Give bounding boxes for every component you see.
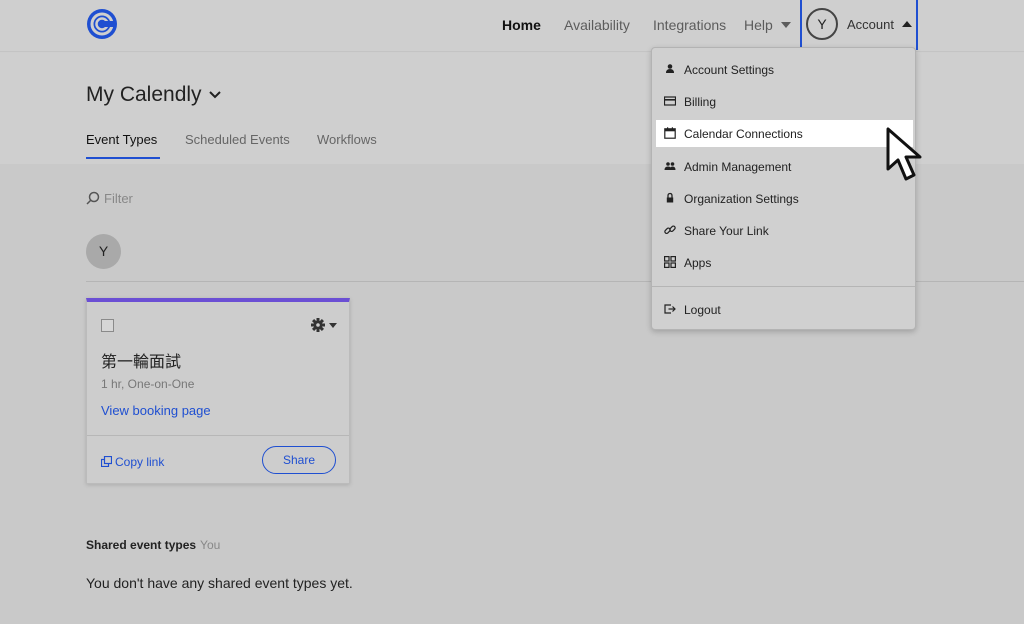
menu-divider [652, 286, 915, 287]
menu-item-label: Organization Settings [684, 192, 799, 206]
divider [87, 435, 349, 436]
menu-item-label: Admin Management [684, 160, 792, 174]
credit-card-icon [664, 96, 676, 106]
menu-item-account-settings[interactable]: Account Settings [656, 56, 913, 83]
menu-item-label: Apps [684, 256, 712, 270]
person-icon [666, 64, 674, 73]
account-menu-button[interactable]: Y Account [800, 0, 918, 50]
chevron-down-icon [780, 22, 791, 28]
event-type-card: 第一輪面試 1 hr, One-on-One View booking page… [86, 298, 350, 484]
menu-item-label: Logout [684, 303, 721, 317]
search-icon [86, 191, 100, 205]
caret-up-icon [902, 21, 912, 27]
grid-icon [664, 256, 676, 268]
gear-icon[interactable] [310, 317, 340, 333]
people-icon [664, 162, 676, 170]
avatar: Y [806, 8, 838, 40]
menu-item-billing[interactable]: Billing [656, 88, 913, 115]
calendar-icon [664, 127, 676, 139]
nav-availability[interactable]: Availability [564, 17, 630, 33]
select-checkbox[interactable] [101, 319, 114, 332]
menu-item-label: Billing [684, 95, 717, 109]
copy-icon [101, 456, 112, 467]
menu-item-label: Calendar Connections [684, 127, 803, 141]
shared-empty-message: You don't have any shared event types ye… [86, 575, 353, 591]
menu-item-organization-settings[interactable]: Organization Settings [656, 185, 913, 212]
menu-item-label: Share Your Link [684, 224, 769, 238]
logout-icon [664, 304, 676, 314]
menu-item-admin-management[interactable]: Admin Management [656, 153, 913, 180]
nav-integrations[interactable]: Integrations [653, 17, 726, 33]
menu-item-share-your-link[interactable]: Share Your Link [656, 217, 913, 244]
filter-input[interactable]: Filter [86, 191, 133, 206]
link-icon [664, 225, 676, 235]
event-subtitle: 1 hr, One-on-One [101, 377, 195, 391]
copy-link-label: Copy link [115, 455, 165, 469]
copy-link-button[interactable]: Copy link [101, 455, 164, 469]
shared-owner: You [200, 538, 221, 552]
lock-icon [666, 192, 674, 203]
nav-home[interactable]: Home [502, 17, 541, 33]
filter-placeholder: Filter [104, 191, 133, 206]
tab-workflows[interactable]: Workflows [317, 132, 377, 147]
top-navigation: Home Availability Integrations Help Y Ac… [0, 0, 1024, 52]
tab-event-types[interactable]: Event Types [86, 132, 157, 147]
menu-item-apps[interactable]: Apps [656, 249, 913, 276]
chevron-down-icon[interactable] [208, 88, 222, 102]
user-avatar: Y [86, 234, 121, 269]
account-dropdown-menu: Account Settings Billing Calendar Connec… [651, 47, 916, 330]
tab-scheduled-events[interactable]: Scheduled Events [185, 132, 290, 147]
calendly-logo-icon[interactable] [86, 8, 118, 40]
event-title: 第一輪面試 [101, 354, 182, 371]
nav-help[interactable]: Help [744, 17, 791, 33]
menu-item-calendar-connections[interactable]: Calendar Connections [656, 120, 913, 147]
nav-help-label: Help [744, 17, 773, 33]
menu-item-logout[interactable]: Logout [656, 296, 913, 323]
share-button[interactable]: Share [262, 446, 336, 474]
account-label: Account [847, 17, 894, 32]
shared-heading-label: Shared event types [86, 538, 197, 552]
page-title[interactable]: My Calendly [86, 83, 202, 107]
view-booking-page-link[interactable]: View booking page [101, 403, 211, 418]
mouse-pointer-icon [886, 127, 922, 181]
active-tab-indicator [86, 157, 160, 159]
shared-heading: Shared event types You [86, 538, 220, 552]
menu-item-label: Account Settings [684, 63, 775, 77]
